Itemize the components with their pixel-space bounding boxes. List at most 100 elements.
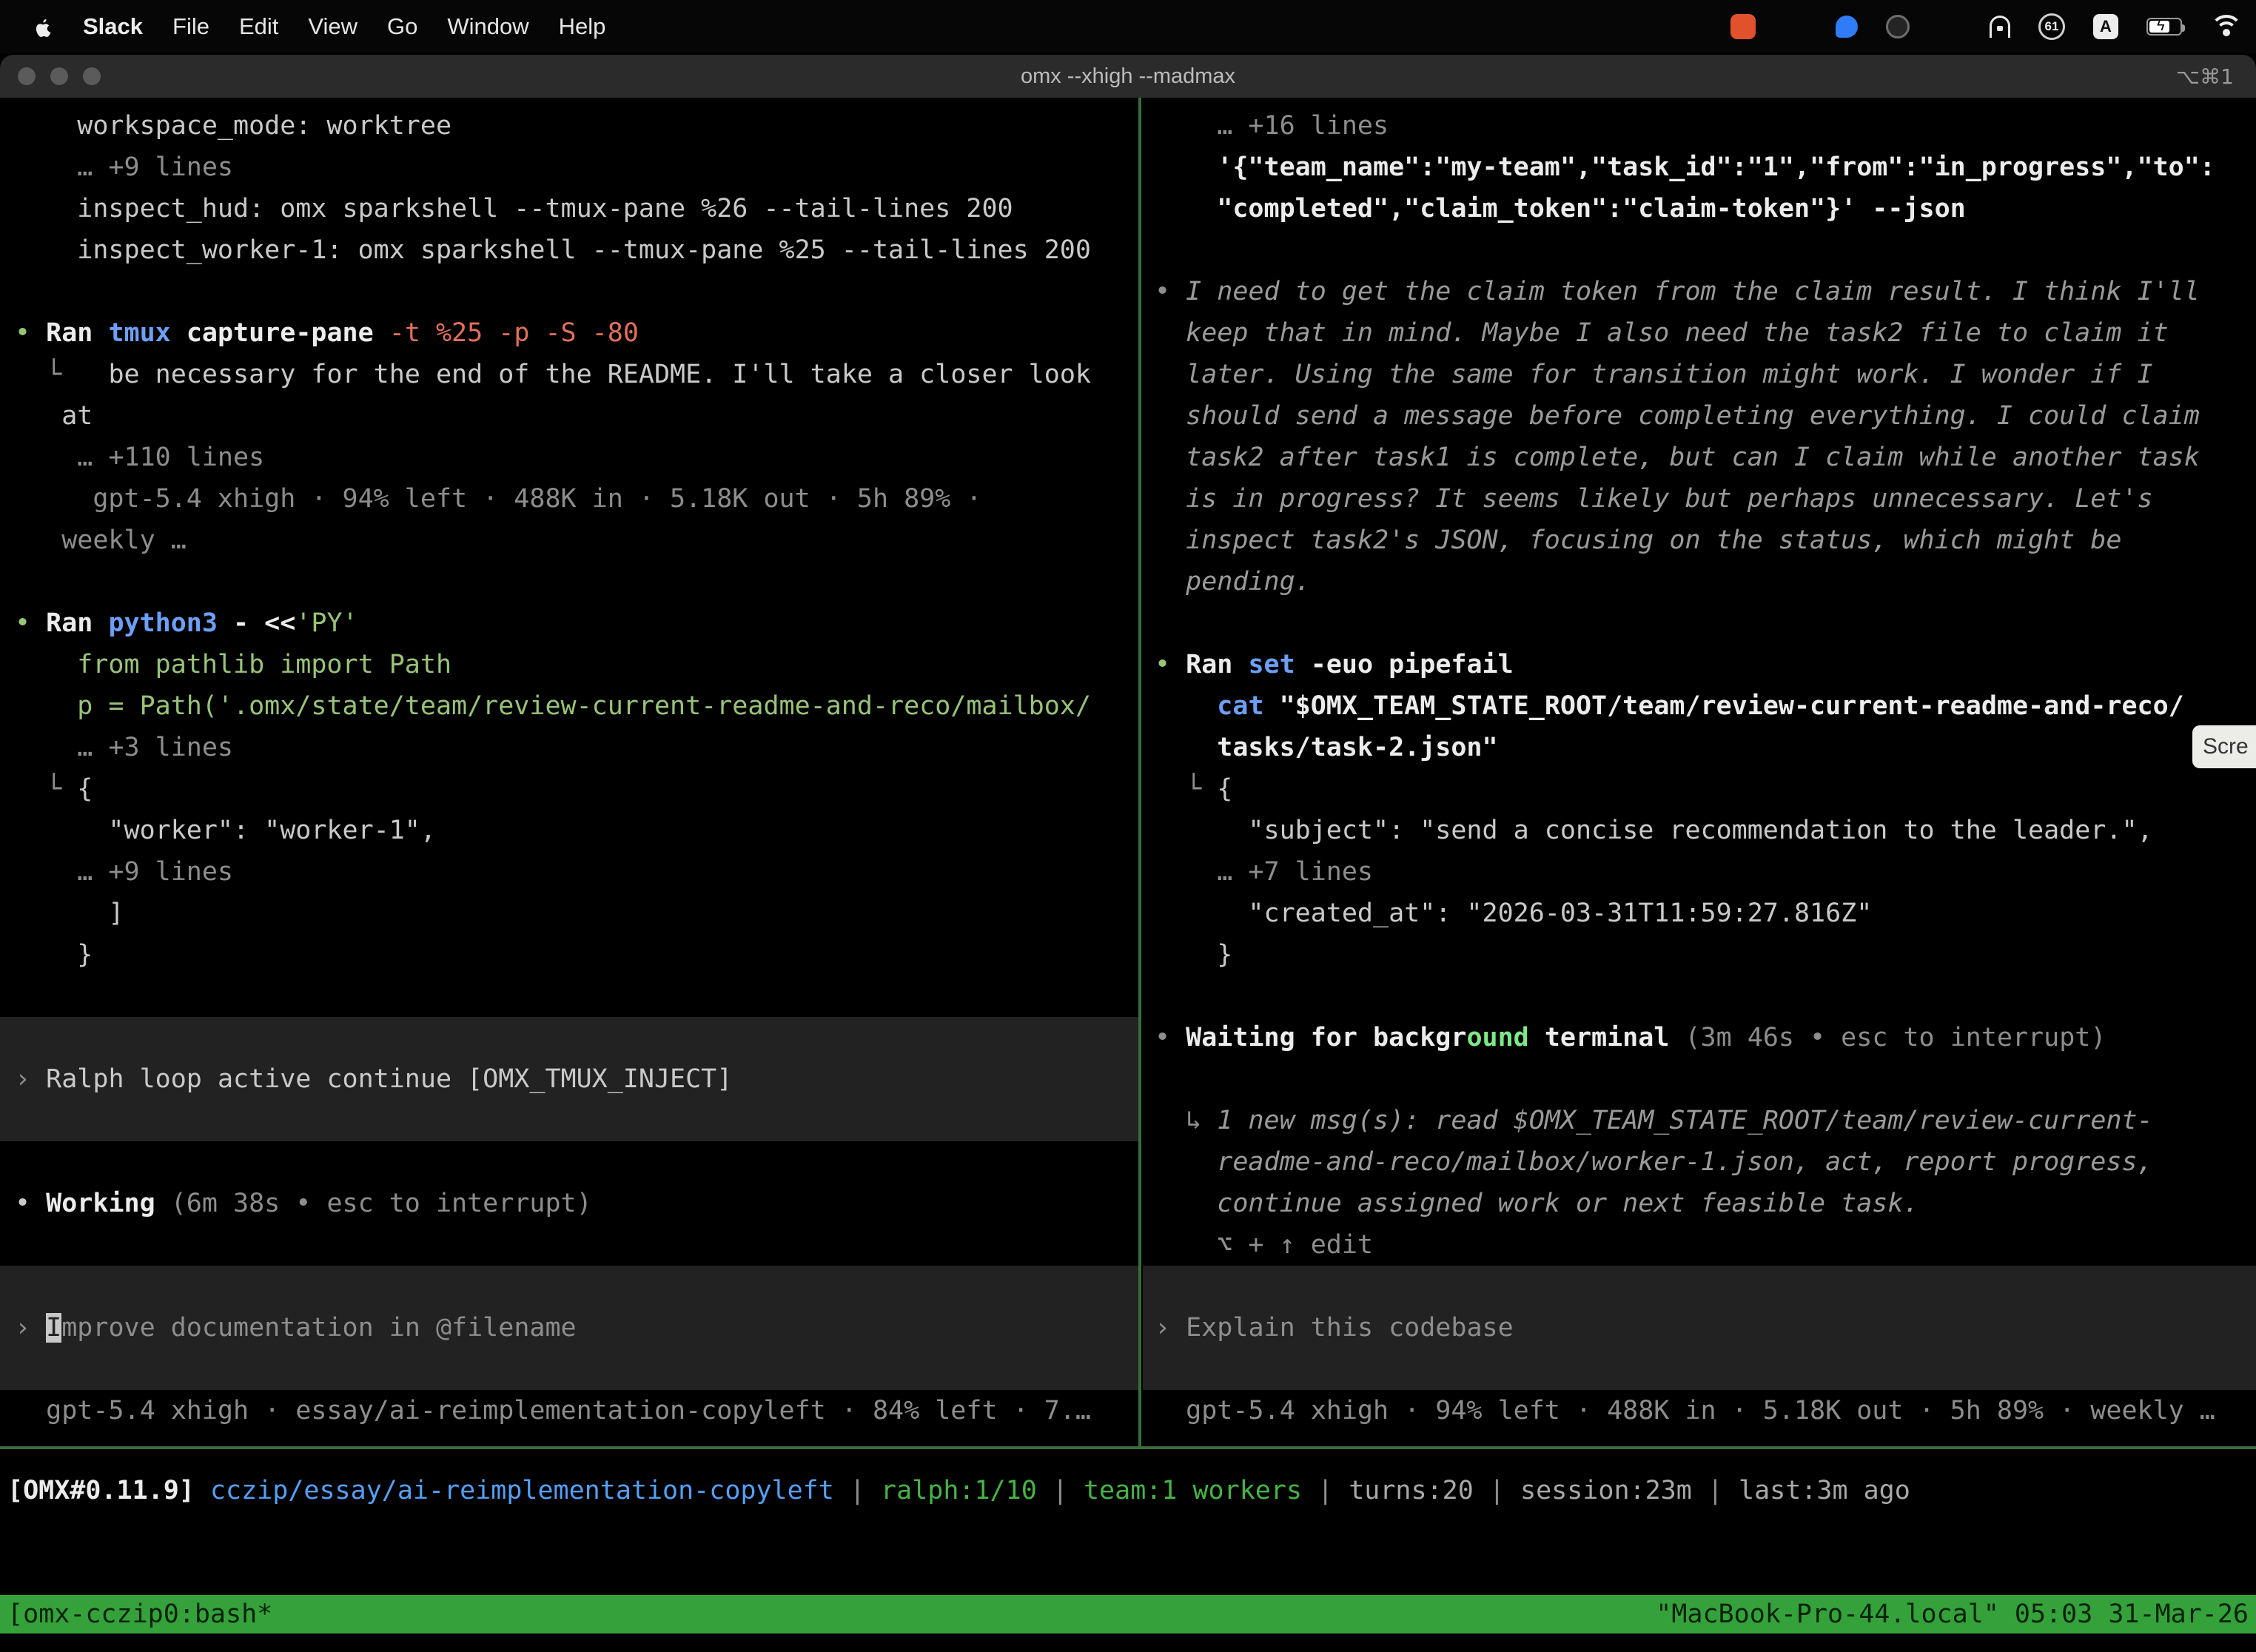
text-segment: ] <box>15 899 124 928</box>
text-segment: … +9 lines <box>15 857 233 887</box>
terminal-line: ] <box>15 893 1138 934</box>
menu-view[interactable]: View <box>308 13 357 40</box>
battery-icon[interactable]: ϟ <box>2146 18 2182 36</box>
text-segment: • <box>1155 277 1186 306</box>
window-title-bar[interactable]: omx --xhigh --madmax ⌥⌘1 <box>0 55 2256 98</box>
terminal-line <box>15 976 1138 1017</box>
text-segment: cczip/essay/ai-reimplementation-copyleft <box>210 1476 834 1505</box>
text-segment: weekly … <box>15 526 187 555</box>
ghost-icon[interactable] <box>1990 16 2010 38</box>
text-segment: -t %25 -p -S -80 <box>389 318 639 348</box>
minimize-button[interactable] <box>50 67 68 85</box>
terminal-line: pending. <box>1155 561 2256 602</box>
zoom-button[interactable] <box>83 67 101 85</box>
terminal-line: should send a message before completing … <box>1155 395 2256 437</box>
terminal-line: • Ran tmux capture-pane -t %25 -p -S -80 <box>15 312 1138 354</box>
terminal-line: } <box>15 934 1138 976</box>
terminal-line: • Ran set -euo pipefail <box>1155 644 2256 685</box>
menu-file[interactable]: File <box>172 13 209 40</box>
screen-recording-icon[interactable] <box>1730 14 1756 39</box>
text-segment: | <box>1474 1476 1520 1505</box>
text-segment: gpt-5.4 xhigh · 94% left · 488K in · 5.1… <box>15 484 981 514</box>
terminal-line <box>1155 602 2256 644</box>
terminal-line: ⌥ + ↑ edit <box>1155 1224 2256 1266</box>
terminal-content[interactable]: workspace_mode: worktree … +9 lines insp… <box>0 98 2256 1652</box>
window-shortcut-hint: ⌥⌘1 <box>2176 64 2234 89</box>
dark-circle-app-icon[interactable] <box>1886 15 1910 38</box>
text-segment: cat <box>1217 691 1279 721</box>
active-app-menu[interactable]: Slack <box>83 13 143 40</box>
text-segment: later. Using the same for transition mig… <box>1155 360 2153 389</box>
tmux-pane-right[interactable]: … +16 lines '{"team_name":"my-team","tas… <box>1143 105 2256 1439</box>
terminal-line: └ { <box>1155 768 2256 810</box>
terminal-line: inspect task2's JSON, focusing on the st… <box>1155 520 2256 561</box>
terminal-line: "subject": "send a concise recommendatio… <box>1155 810 2256 851</box>
terminal-line: tasks/task-2.json" <box>1155 727 2256 768</box>
text-segment: "worker": "worker-1", <box>15 816 436 845</box>
text-segment: session:23m <box>1520 1476 1692 1505</box>
text-segment: (6m 38s • esc to interrupt) <box>171 1189 592 1218</box>
text-segment: • <box>15 1189 46 1218</box>
text-segment: inspect task2's JSON, focusing on the st… <box>1155 526 2121 555</box>
text-segment: turns:20 <box>1349 1476 1474 1505</box>
terminal-line: '{"team_name":"my-team","task_id":"1","f… <box>1155 147 2256 188</box>
text-segment: | <box>1037 1476 1084 1505</box>
terminal-line: … +7 lines <box>1155 851 2256 893</box>
terminal-line: gpt-5.4 xhigh · 94% left · 488K in · 5.1… <box>15 478 1138 520</box>
terminal-line: • I need to get the claim token from the… <box>1155 271 2256 312</box>
text-segment: continue assigned work or next feasible … <box>1155 1189 1919 1218</box>
text-segment: I <box>46 1313 61 1343</box>
blue-app-icon[interactable] <box>1836 16 1858 38</box>
input-source-icon[interactable]: A <box>2093 14 2118 39</box>
terminal-line: weekly … <box>15 520 1138 561</box>
dots-grid-icon[interactable] <box>1938 15 1961 38</box>
terminal-line <box>0 1349 1138 1390</box>
text-segment: Ran <box>46 608 108 638</box>
text-segment: › <box>1155 1313 1186 1343</box>
text-segment: └ <box>15 774 77 804</box>
text-segment: - << <box>233 608 295 638</box>
text-segment: keep that in mind. Maybe I also need the… <box>1155 318 2169 348</box>
terminal-line: ↳ 1 new msg(s): read $OMX_TEAM_STATE_ROO… <box>1155 1100 2256 1141</box>
text-segment: └ <box>1155 774 1217 804</box>
text-segment: team:1 workers <box>1084 1476 1302 1505</box>
close-button[interactable] <box>18 67 36 85</box>
terminal-line: p = Path('.omx/state/team/review-current… <box>15 685 1138 727</box>
traffic-lights <box>18 55 101 98</box>
text-segment: } <box>15 940 93 970</box>
terminal-line: cat "$OMX_TEAM_STATE_ROOT/team/review-cu… <box>1155 685 2256 727</box>
battery-percentage-badge[interactable]: 61 <box>2038 13 2065 40</box>
omx-status-line: [OMX#0.11.9] cczip/essay/ai-reimplementa… <box>7 1470 1910 1511</box>
terminal-line: gpt-5.4 xhigh · 94% left · 488K in · 5.1… <box>1155 1390 2256 1431</box>
text-segment: ↳ <box>1155 1106 1217 1135</box>
terminal-line: is in progress? It seems likely but perh… <box>1155 478 2256 520</box>
text-segment: tmux <box>108 318 186 348</box>
terminal-line <box>1155 229 2256 271</box>
text-segment: gpt-5.4 xhigh · essay/ai-reimplementatio… <box>15 1396 1091 1426</box>
terminal-window[interactable]: omx --xhigh --madmax ⌥⌘1 workspace_mode:… <box>0 55 2256 1652</box>
text-segment: 'PY' <box>295 608 357 638</box>
terminal-line: • Working (6m 38s • esc to interrupt) <box>15 1183 1138 1224</box>
text-segment: | <box>1302 1476 1349 1505</box>
prompt-input[interactable]: › Explain this codebase <box>1143 1307 2256 1349</box>
window-tiles-icon[interactable] <box>1784 15 1807 38</box>
text-segment: ⌥ + ↑ edit <box>1155 1230 1373 1260</box>
terminal-line: from pathlib import Path <box>15 644 1138 685</box>
menu-window[interactable]: Window <box>447 13 528 40</box>
apple-menu-icon[interactable] <box>31 16 53 38</box>
menu-help[interactable]: Help <box>559 13 606 40</box>
terminal-line <box>15 1141 1138 1183</box>
menu-bar-status-icons: 61 A ϟ <box>1730 13 2256 40</box>
terminal-line: inspect_worker-1: omx sparkshell --tmux-… <box>15 229 1138 271</box>
menu-go[interactable]: Go <box>387 13 417 40</box>
menu-edit[interactable]: Edit <box>239 13 278 40</box>
tmux-pane-left[interactable]: workspace_mode: worktree … +9 lines insp… <box>0 105 1138 1439</box>
text-segment: • <box>15 318 46 348</box>
wifi-icon[interactable] <box>2210 15 2243 38</box>
text-segment: } <box>1155 940 1232 970</box>
terminal-line: gpt-5.4 xhigh · essay/ai-reimplementatio… <box>15 1390 1138 1431</box>
tooltip-text: Scre <box>2203 726 2249 768</box>
prompt-input[interactable]: › Improve documentation in @filename <box>0 1307 1138 1349</box>
text-segment: mprove documentation in @filename <box>61 1313 576 1343</box>
text-segment: "subject": "send a concise recommendatio… <box>1155 816 2153 845</box>
